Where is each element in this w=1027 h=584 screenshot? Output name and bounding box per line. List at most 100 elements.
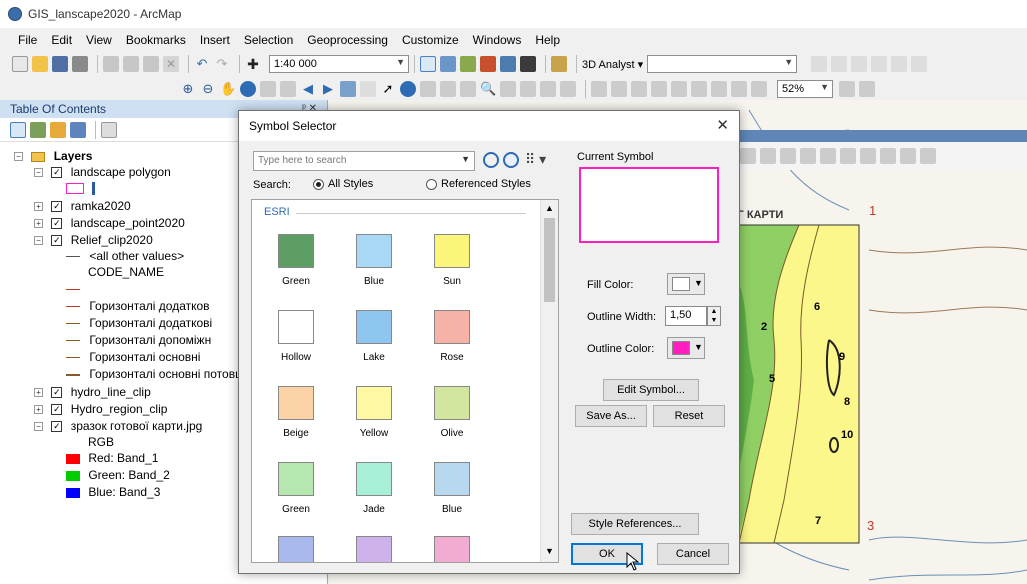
outline-color-picker[interactable]: ▼: [667, 337, 705, 359]
search-icon[interactable]: [483, 152, 499, 168]
print-icon[interactable]: [72, 56, 88, 72]
line-of-sight-icon[interactable]: [851, 56, 868, 72]
open-folder-icon[interactable]: [32, 56, 48, 72]
full-extent-icon[interactable]: [240, 81, 256, 97]
3d-analyst-menu[interactable]: 3D Analyst ▾: [582, 58, 643, 71]
steepest-path-icon[interactable]: [831, 56, 848, 72]
legend-item[interactable]: Green: Band_2: [66, 467, 170, 483]
legend-item[interactable]: Горизонталі допоміжн: [66, 332, 211, 348]
fill-color-picker[interactable]: ▼: [667, 273, 705, 295]
all-styles-radio[interactable]: All Styles: [313, 178, 373, 190]
rotate-icon[interactable]: [800, 148, 816, 164]
cancel-button[interactable]: Cancel: [657, 543, 729, 565]
collapse-icon[interactable]: −: [14, 152, 23, 162]
toc-layer-landscape-point[interactable]: + ✓ landscape_point2020: [34, 215, 185, 231]
polygon-symbol-swatch[interactable]: [66, 183, 84, 195]
referenced-styles-radio[interactable]: Referenced Styles: [426, 178, 531, 190]
layout-fixed-zoom-out-icon[interactable]: [711, 81, 727, 97]
identify-icon[interactable]: [400, 81, 416, 97]
viewer-window-icon[interactable]: [560, 81, 576, 97]
reset-button[interactable]: Reset: [653, 405, 725, 427]
collapse-icon[interactable]: −: [34, 236, 43, 246]
toggle-draft-mode-icon[interactable]: [839, 81, 855, 97]
line-symbol-swatch[interactable]: [66, 373, 80, 376]
editor-toolbar-icon[interactable]: [420, 56, 436, 72]
draw-text-icon[interactable]: [780, 148, 796, 164]
list-by-visibility-icon[interactable]: [50, 121, 66, 138]
symbol-swatch-lavender[interactable]: [356, 536, 392, 562]
search-window-icon[interactable]: [480, 56, 496, 72]
line-symbol-swatch[interactable]: [66, 289, 80, 291]
symbol-swatch-pink[interactable]: [434, 536, 470, 562]
menu-view[interactable]: View: [86, 33, 112, 47]
save-as-button[interactable]: Save As...: [575, 405, 647, 427]
layer-visibility-checkbox[interactable]: ✓: [51, 404, 63, 416]
back-extent-icon[interactable]: ◀: [300, 81, 316, 97]
expand-icon[interactable]: +: [34, 219, 43, 229]
toc-layer-ramka2020[interactable]: + ✓ ramka2020: [34, 198, 131, 214]
line-symbol-swatch[interactable]: [66, 357, 80, 359]
list-by-selection-icon[interactable]: [70, 121, 86, 138]
symbol-swatch-periwinkle[interactable]: [278, 536, 314, 562]
arctoolbox-icon[interactable]: [500, 56, 516, 72]
group-icon[interactable]: [860, 148, 876, 164]
python-icon[interactable]: [520, 56, 536, 72]
layout-forward-icon[interactable]: [751, 81, 767, 97]
zoom-100-icon[interactable]: [671, 81, 687, 97]
line-color-icon[interactable]: [900, 148, 916, 164]
create-contour-icon[interactable]: [811, 56, 828, 72]
fixed-zoom-in-icon[interactable]: [260, 81, 276, 97]
collapse-icon[interactable]: −: [34, 168, 43, 178]
layout-zoom-combo[interactable]: 52% ▼: [777, 80, 833, 98]
menu-edit[interactable]: Edit: [51, 33, 72, 47]
fill-color-icon[interactable]: [880, 148, 896, 164]
interpolate-line-icon[interactable]: [871, 56, 888, 72]
3d-analyst-layer-combo[interactable]: ▼: [647, 55, 798, 73]
close-icon[interactable]: ✕: [716, 111, 729, 141]
zoom-out-icon[interactable]: ⊖: [200, 81, 216, 97]
arcscene-icon[interactable]: [911, 56, 928, 72]
select-features-icon[interactable]: [340, 81, 356, 97]
redo-icon[interactable]: ↷: [214, 56, 230, 72]
layout-pan-icon[interactable]: [631, 81, 647, 97]
model-builder-icon[interactable]: [551, 56, 567, 72]
layout-back-icon[interactable]: [731, 81, 747, 97]
toc-layers-root[interactable]: − Layers: [14, 148, 92, 164]
menu-insert[interactable]: Insert: [200, 33, 230, 47]
find-icon[interactable]: 🔍: [480, 81, 496, 97]
edit-symbol-button[interactable]: Edit Symbol...: [603, 379, 699, 401]
align-icon[interactable]: [820, 148, 836, 164]
menu-file[interactable]: File: [18, 33, 37, 47]
legend-item[interactable]: <all other values>: [66, 248, 184, 264]
profile-graph-icon[interactable]: [891, 56, 908, 72]
fixed-zoom-out-icon[interactable]: [280, 81, 296, 97]
table-of-contents-icon[interactable]: [440, 56, 456, 72]
expand-icon[interactable]: +: [34, 405, 43, 415]
draw-line-icon[interactable]: [760, 148, 776, 164]
html-popup-icon[interactable]: [440, 81, 456, 97]
hyperlink-icon[interactable]: [420, 81, 436, 97]
zoom-in-icon[interactable]: ⊕: [180, 81, 196, 97]
red-band-swatch[interactable]: [66, 453, 80, 464]
options-icon[interactable]: [101, 121, 117, 138]
paste-icon[interactable]: [143, 56, 159, 72]
legend-item[interactable]: Горизонталі додаткові: [66, 315, 212, 331]
focus-data-frame-icon[interactable]: [859, 81, 875, 97]
measure-icon[interactable]: [460, 81, 476, 97]
scroll-down-icon[interactable]: ▼: [545, 546, 554, 556]
menu-windows[interactable]: Windows: [473, 33, 522, 47]
layer-visibility-checkbox[interactable]: ✓: [51, 421, 63, 433]
menu-help[interactable]: Help: [535, 33, 560, 47]
dialog-titlebar[interactable]: Symbol Selector ✕: [239, 111, 739, 141]
view-grid-icon[interactable]: ⠿ ▾: [525, 151, 546, 168]
legend-item[interactable]: [66, 180, 96, 196]
search-options-icon[interactable]: [503, 152, 519, 168]
toc-layer-hydro-region[interactable]: + ✓ Hydro_region_clip: [34, 401, 167, 417]
delete-icon[interactable]: ✕: [163, 56, 179, 72]
layout-zoom-in-icon[interactable]: [591, 81, 607, 97]
zoom-whole-page-icon[interactable]: [651, 81, 667, 97]
copy-icon[interactable]: [123, 56, 139, 72]
legend-item[interactable]: [66, 281, 86, 297]
add-data-icon[interactable]: ✚: [245, 56, 261, 72]
legend-item[interactable]: Blue: Band_3: [66, 484, 160, 500]
